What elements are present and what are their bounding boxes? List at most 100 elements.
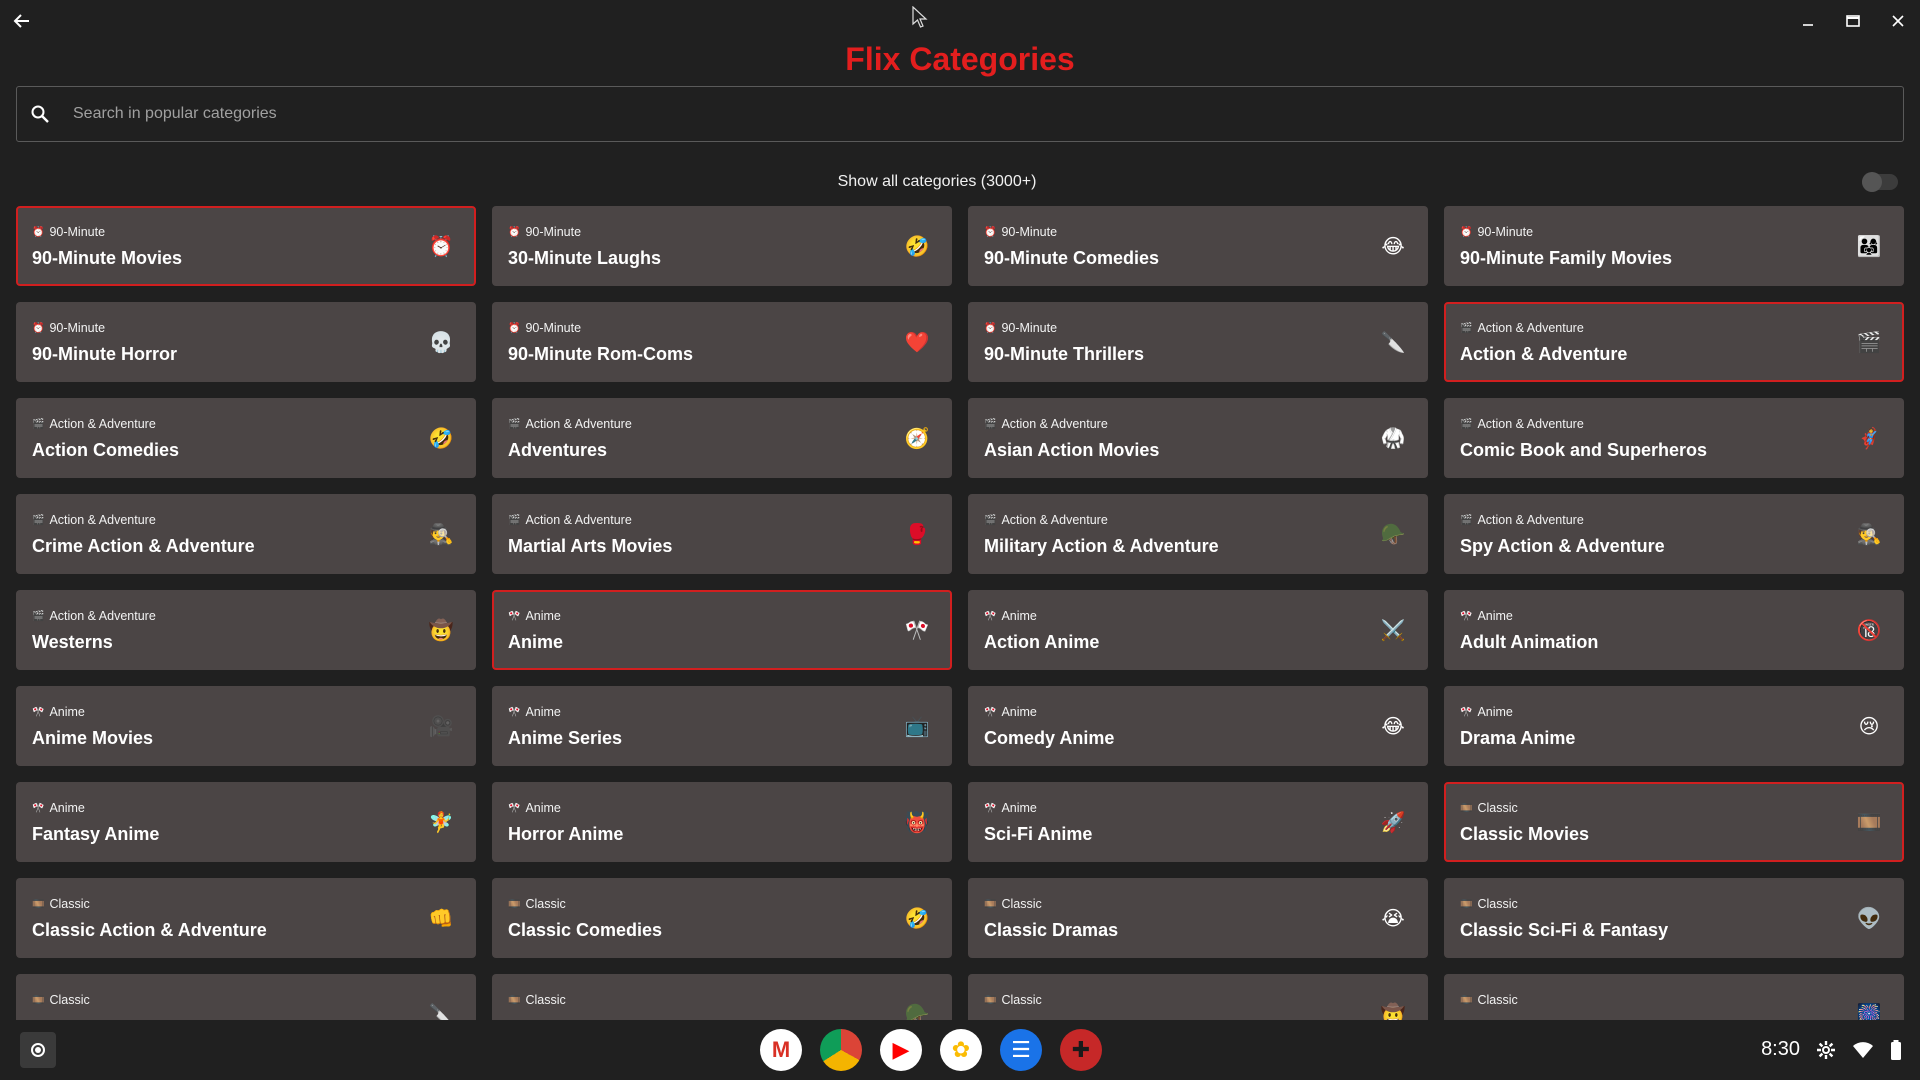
card-category: 🎬 Action & Adventure [32, 513, 156, 527]
back-button[interactable] [8, 8, 34, 34]
card-title: Comic Book and Superheros [1460, 440, 1708, 460]
category-card[interactable]: ⏰ 90-Minute 90-Minute Movies ⏰ [16, 206, 476, 286]
category-label: Action & Adventure [1477, 417, 1584, 431]
card-title: Anime [508, 632, 564, 652]
category-card[interactable]: 🎌 Anime Anime Series 📺 [492, 686, 952, 766]
launcher-button[interactable] [20, 1032, 56, 1068]
card-category: ⏰ 90-Minute [1460, 225, 1533, 239]
search-icon [31, 103, 53, 125]
category-card[interactable]: 🎬 Action & Adventure Westerns 🤠 [16, 590, 476, 670]
category-card[interactable]: 🎬 Action & Adventure Asian Action Movies 🥋 [968, 398, 1428, 478]
search-bar[interactable] [16, 86, 1904, 142]
military-helmet-icon: 🪖 [904, 1003, 930, 1021]
category-card[interactable]: ⏰ 90-Minute 30-Minute Laughs 🤣 [492, 206, 952, 286]
category-card[interactable]: ⏰ 90-Minute 90-Minute Horror 💀 [16, 302, 476, 382]
ogre-icon: 👹 [904, 811, 930, 834]
category-badge-icon: 🎬 [32, 514, 45, 526]
category-card[interactable]: 🎞️ Classic 🤠 [968, 974, 1428, 1020]
category-label: Action & Adventure [525, 513, 632, 527]
card-category: 🎌 Anime [984, 609, 1037, 623]
maximize-button[interactable] [1830, 6, 1875, 36]
category-card[interactable]: 🎌 Anime Sci-Fi Anime 🚀 [968, 782, 1428, 862]
category-card[interactable]: ⏰ 90-Minute 90-Minute Comedies 😂 [968, 206, 1428, 286]
toggle-knob [1862, 172, 1882, 192]
flix-categories-icon[interactable]: ✚ [1060, 1029, 1102, 1071]
messages-icon[interactable]: ☰ [1000, 1029, 1042, 1071]
card-category: 🎌 Anime [32, 705, 85, 719]
minimize-button[interactable] [1785, 6, 1830, 36]
category-card[interactable]: 🎬 Action & Adventure Action & Adventure 🎬 [1444, 302, 1904, 382]
category-badge-icon: 🎌 [984, 610, 997, 622]
category-badge-icon: 🎞️ [508, 898, 521, 910]
search-input[interactable] [73, 105, 1903, 123]
category-card[interactable]: 🎌 Anime Anime Movies 🎥 [16, 686, 476, 766]
category-badge-icon: ⏰ [1460, 226, 1473, 238]
category-card[interactable]: ⏰ 90-Minute 90-Minute Thrillers 🔪 [968, 302, 1428, 382]
category-card[interactable]: 🎞️ Classic Classic Comedies 🤣 [492, 878, 952, 958]
category-card[interactable]: 🎌 Anime Adult Animation 🔞 [1444, 590, 1904, 670]
crying-face-icon: 😢 [1858, 715, 1880, 738]
card-category: 🎬 Action & Adventure [984, 417, 1108, 431]
category-card[interactable]: 🎌 Anime Drama Anime 😢 [1444, 686, 1904, 766]
category-card[interactable]: 🎞️ Classic Classic Action & Adventure 👊 [16, 878, 476, 958]
card-category: ⏰ 90-Minute [32, 225, 105, 239]
category-card[interactable]: 🎬 Action & Adventure Action Comedies 🤣 [16, 398, 476, 478]
card-title: Martial Arts Movies [508, 536, 673, 556]
category-card[interactable]: 🎞️ Classic 🔪 [16, 974, 476, 1020]
card-category: 🎌 Anime [508, 801, 561, 815]
category-card[interactable]: 🎬 Action & Adventure Military Action & Adv… [968, 494, 1428, 574]
youtube-icon[interactable]: ▶ [880, 1029, 922, 1071]
cowboy-face-icon: 🤠 [1380, 1003, 1406, 1021]
category-label: Classic [525, 897, 566, 911]
category-card[interactable]: 🎞️ Classic 🎆 [1444, 974, 1904, 1020]
close-button[interactable] [1875, 6, 1920, 36]
category-card[interactable]: 🎌 Anime Horror Anime 👹 [492, 782, 952, 862]
card-title: Classic Comedies [508, 920, 663, 940]
show-all-toggle[interactable] [1862, 172, 1898, 192]
card-category: 🎌 Anime [984, 801, 1037, 815]
category-card[interactable]: 🎬 Action & Adventure Spy Action & Adventur… [1444, 494, 1904, 574]
card-title: 30-Minute Laughs [508, 248, 662, 268]
card-category: ⏰ 90-Minute [984, 321, 1057, 335]
card-title: Military Action & Adventure [984, 536, 1219, 556]
category-card[interactable]: 🎌 Anime Action Anime ⚔️ [968, 590, 1428, 670]
category-badge-icon: 🎬 [1460, 322, 1473, 334]
category-badge-icon: 🎞️ [508, 994, 521, 1006]
category-card[interactable]: ⏰ 90-Minute 90-Minute Rom-Coms ❤️ [492, 302, 952, 382]
category-label: Action & Adventure [49, 513, 156, 527]
category-card[interactable]: 🎌 Anime Anime 🎌 [492, 590, 952, 670]
category-label: Action & Adventure [49, 417, 156, 431]
card-title: Horror Anime [508, 824, 624, 844]
category-label: Anime [1477, 705, 1513, 719]
category-label: 90-Minute [49, 225, 106, 239]
card-title: Crime Action & Adventure [32, 536, 255, 556]
category-card[interactable]: 🎞️ Classic Classic Sci-Fi & Fantasy 👽 [1444, 878, 1904, 958]
category-card[interactable]: ⏰ 90-Minute 90-Minute Family Movies 👨‍👩‍👧 [1444, 206, 1904, 286]
status-area[interactable]: 8:30 [1761, 1038, 1902, 1061]
category-card[interactable]: 🎞️ Classic Classic Dramas 😭 [968, 878, 1428, 958]
category-card[interactable]: 🎬 Action & Adventure Adventures 🧭 [492, 398, 952, 478]
category-card[interactable]: 🎞️ Classic 🪖 [492, 974, 952, 1020]
category-card[interactable]: 🎌 Anime Fantasy Anime 🧚 [16, 782, 476, 862]
card-category: 🎬 Action & Adventure [508, 417, 632, 431]
skull-icon: 💀 [428, 331, 454, 354]
category-badge-icon: 🎞️ [984, 994, 997, 1006]
card-category: 🎞️ Classic [508, 897, 566, 911]
chrome-icon[interactable] [820, 1029, 862, 1071]
category-badge-icon: 🎞️ [1460, 802, 1473, 814]
category-badge-icon: ⏰ [984, 226, 997, 238]
alarm-clock-icon: ⏰ [428, 235, 454, 258]
card-category: 🎌 Anime [508, 705, 561, 719]
category-label: Anime [49, 801, 85, 815]
category-card[interactable]: 🎬 Action & Adventure Comic Book and Superh… [1444, 398, 1904, 478]
military-helmet-icon: 🪖 [1380, 523, 1406, 546]
category-card[interactable]: 🎞️ Classic Classic Movies 🎞️ [1444, 782, 1904, 862]
card-title: Westerns [32, 632, 113, 652]
category-card[interactable]: 🎬 Action & Adventure Martial Arts Movies 🥊 [492, 494, 952, 574]
category-card[interactable]: 🎬 Action & Adventure Crime Action & Advent… [16, 494, 476, 574]
card-category: 🎬 Action & Adventure [1460, 513, 1584, 527]
category-label: Action & Adventure [525, 417, 632, 431]
gmail-icon[interactable]: M [760, 1029, 802, 1071]
category-card[interactable]: 🎌 Anime Comedy Anime 😂 [968, 686, 1428, 766]
photos-icon[interactable]: ✿ [940, 1029, 982, 1071]
